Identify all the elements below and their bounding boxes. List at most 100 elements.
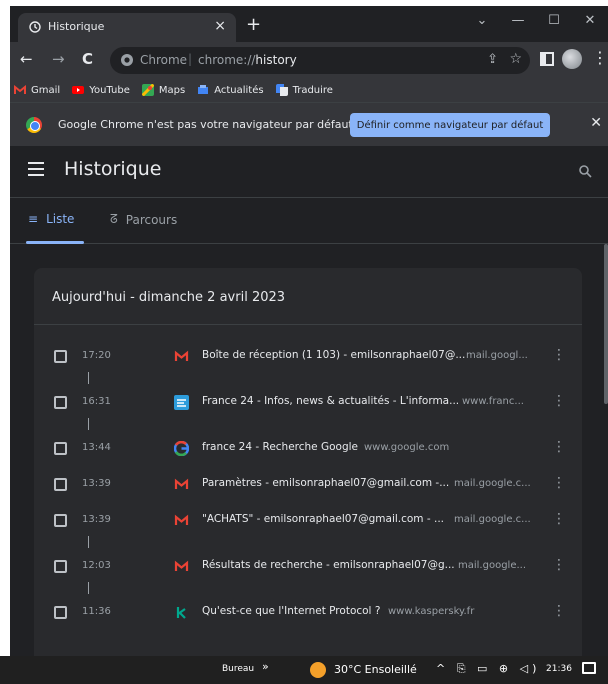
row-title[interactable]: France 24 - Infos, news & actualités - L… [202,395,459,407]
row-checkbox[interactable] [54,514,67,527]
row-title[interactable]: Boîte de réception (1 103) - emilsonraph… [202,349,465,361]
chevron-icon[interactable]: » [262,660,269,673]
row-checkbox[interactable] [54,442,67,455]
row-time: 12:03 [82,560,111,571]
side-panel-icon[interactable] [540,52,554,66]
history-row[interactable]: 13:39 "ACHATS" - emilsonraphael07@gmail.… [34,508,582,534]
row-more-icon[interactable]: ⋮ [552,557,566,573]
row-domain: www.kaspersky.fr [388,606,475,617]
scrollbar[interactable] [604,244,608,404]
row-domain: www.google.com [364,442,450,453]
maps-icon [141,84,154,96]
history-icon [29,21,41,33]
row-domain: mail.google.c... [454,514,531,525]
gmail-icon [174,350,189,361]
sun-icon[interactable] [310,662,326,678]
page-header: Historique [10,146,608,198]
taskbar: Bureau » 30°C Ensoleillé ^ ⎘ ▭ ⊕ ◁) 21:3… [0,656,608,684]
bookmark-label: Traduire [292,84,333,96]
notification-icon[interactable] [582,662,596,674]
toolbar: ← → C Chrome | chrome://history ⇪ ☆ ⋮ [10,42,608,78]
system-tray-icons[interactable]: ^ ⎘ ▭ ⊕ ◁) [436,662,540,676]
chrome-menu-icon[interactable]: ⋮ [592,48,608,67]
row-title[interactable]: Qu'est-ce que l'Internet Protocol ? [202,605,380,617]
window-controls: ⌄ — ☐ ✕ [464,6,608,34]
timeline-gap [88,372,89,384]
tab-journeys[interactable]: ᘔ Parcours [110,212,177,227]
clock[interactable]: 21:36 [546,664,572,674]
bookmark-star-icon[interactable]: ☆ [509,51,522,67]
page-title: Historique [64,158,162,180]
bookmark-translate[interactable]: Traduire [275,84,333,96]
row-time: 13:39 [82,478,111,489]
row-checkbox[interactable] [54,350,67,363]
row-checkbox[interactable] [54,478,67,491]
tab-label: Liste [46,212,75,226]
tab-list[interactable]: ≡ Liste [28,212,74,226]
menu-icon[interactable] [28,162,44,176]
tab-close-button[interactable]: × [214,18,226,34]
bookmark-gmail[interactable]: Gmail [14,84,60,96]
timeline-gap [88,582,89,594]
row-more-icon[interactable]: ⋮ [552,511,566,527]
desktop-toolbar-label[interactable]: Bureau [222,664,254,674]
address-bar[interactable]: Chrome | chrome://history ⇪ ☆ [110,47,530,74]
history-row[interactable]: 12:03 Résultats de recherche - emilsonra… [34,554,582,580]
journeys-icon: ᘔ [110,212,118,226]
kaspersky-icon [176,607,186,619]
youtube-icon [72,86,85,94]
timeline-gap [88,418,89,430]
history-card: Aujourd'hui - dimanche 2 avril 2023 17:2… [34,268,582,662]
history-row[interactable]: 13:44 france 24 - Recherche Google www.g… [34,436,582,462]
row-time: 13:39 [82,514,111,525]
date-heading: Aujourd'hui - dimanche 2 avril 2023 [52,290,286,305]
maximize-button[interactable]: ☐ [536,6,572,34]
row-more-icon[interactable]: ⋮ [552,347,566,363]
row-more-icon[interactable]: ⋮ [552,439,566,455]
row-more-icon[interactable]: ⋮ [552,475,566,491]
new-tab-button[interactable]: + [246,14,261,35]
list-icon: ≡ [28,212,39,226]
row-domain: mail.googl... [466,350,528,361]
row-title[interactable]: france 24 - Recherche Google [202,441,358,453]
chrome-icon [121,54,133,66]
row-domain: mail.google... [458,560,527,571]
gmail-icon [14,84,26,94]
infobar-close-button[interactable]: ✕ [590,115,602,131]
divider [34,324,582,325]
search-icon[interactable] [578,164,592,178]
close-window-button[interactable]: ✕ [572,6,608,34]
share-icon[interactable]: ⇪ [487,52,498,67]
set-default-button[interactable]: Définir comme navigateur par défaut [350,113,550,137]
bookmark-label: Maps [158,84,186,96]
minimize-button[interactable]: — [500,6,536,34]
row-more-icon[interactable]: ⋮ [552,393,566,409]
history-row[interactable]: 16:31 France 24 - Infos, news & actualit… [34,390,582,416]
history-row[interactable]: 13:39 Paramètres - emilsonraphael07@gmai… [34,472,582,498]
row-time: 13:44 [82,442,111,453]
tab-history[interactable]: Historique × [18,13,236,42]
bookmark-label: Gmail [31,84,61,96]
row-checkbox[interactable] [54,396,67,409]
bookmark-news[interactable]: Actualités [197,84,264,96]
bookmark-youtube[interactable]: YouTube [72,84,130,96]
profile-avatar[interactable] [562,49,582,69]
translate-icon [275,84,288,96]
tab-search-button[interactable]: ⌄ [464,6,500,34]
row-more-icon[interactable]: ⋮ [552,603,566,619]
france24-icon [174,395,189,410]
forward-button[interactable]: → [52,50,65,68]
row-title[interactable]: Paramètres - emilsonraphael07@gmail.com … [202,477,449,489]
gmail-icon [174,478,189,489]
row-title[interactable]: Résultats de recherche - emilsonraphael0… [202,559,455,571]
back-button[interactable]: ← [20,50,33,68]
row-checkbox[interactable] [54,560,67,573]
row-title[interactable]: "ACHATS" - emilsonraphael07@gmail.com - … [202,513,444,525]
bookmark-maps[interactable]: Maps [141,84,186,96]
address-url: chrome://history [198,53,297,67]
history-row[interactable]: 17:20 Boîte de réception (1 103) - emils… [34,344,582,370]
reload-button[interactable]: C [82,50,93,68]
history-row[interactable]: 11:36 Qu'est-ce que l'Internet Protocol … [34,600,582,626]
row-checkbox[interactable] [54,606,67,619]
weather-text[interactable]: 30°C Ensoleillé [334,663,417,676]
